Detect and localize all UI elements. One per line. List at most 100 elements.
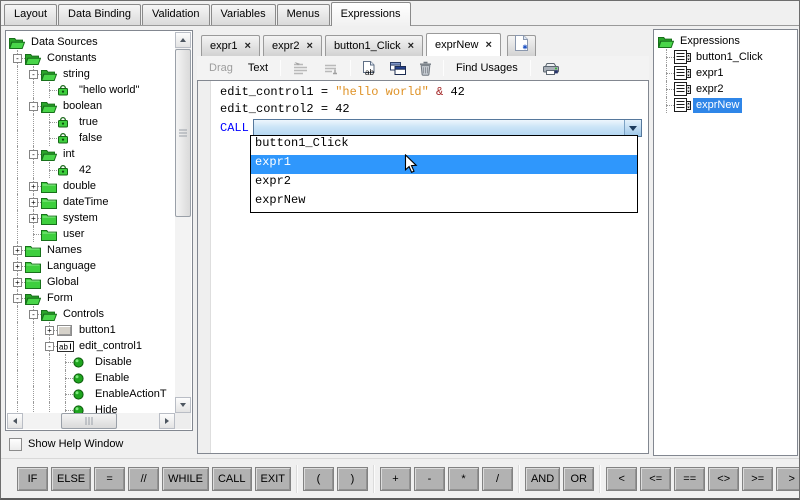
print-icon[interactable] xyxy=(540,60,562,77)
expand-toggle[interactable]: + xyxy=(13,262,22,271)
close-tab-icon[interactable]: × xyxy=(408,41,414,51)
close-tab-icon[interactable]: × xyxy=(485,40,491,50)
collapse-toggle[interactable]: - xyxy=(45,342,54,351)
tree-item-true[interactable]: true xyxy=(7,114,175,130)
tab-data-binding[interactable]: Data Binding xyxy=(58,4,141,25)
op-button-less-equal[interactable]: <= xyxy=(640,467,671,491)
tree-item-datetime[interactable]: + dateTime xyxy=(7,194,175,210)
expand-toggle[interactable]: + xyxy=(29,198,38,207)
scroll-left-button[interactable] xyxy=(7,413,23,429)
toolbar-grip[interactable] xyxy=(8,466,10,492)
tab-variables[interactable]: Variables xyxy=(211,4,276,25)
op-button-less-than[interactable]: < xyxy=(606,467,637,491)
editor-tab-expr1[interactable]: expr1× xyxy=(201,35,260,56)
op-button-open-paren[interactable]: ( xyxy=(303,467,334,491)
scroll-up-button[interactable] xyxy=(175,32,191,48)
vertical-scroll-thumb[interactable] xyxy=(175,49,191,217)
horizontal-scrollbar[interactable] xyxy=(7,413,175,429)
tab-expressions[interactable]: Expressions xyxy=(331,2,411,26)
op-button-not-equal[interactable]: <> xyxy=(708,467,739,491)
new-expression-tab[interactable] xyxy=(507,35,536,56)
collapse-toggle[interactable]: - xyxy=(29,70,38,79)
expand-toggle[interactable]: + xyxy=(13,246,22,255)
op-button-exit[interactable]: EXIT xyxy=(255,467,291,491)
tree-item-boolean[interactable]: - boolean xyxy=(7,98,175,114)
tree-item-edit-control1[interactable]: - ab edit_control1 xyxy=(7,338,175,354)
scroll-down-button[interactable] xyxy=(175,397,191,413)
tree-item-system[interactable]: + system xyxy=(7,210,175,226)
dropdown-item-button1-click[interactable]: button1_Click xyxy=(251,136,637,155)
tree-item-form[interactable]: - Form xyxy=(7,290,175,306)
tree-item-hello-world[interactable]: "hello world" xyxy=(7,82,175,98)
editor-tab-button1-click[interactable]: button1_Click× xyxy=(325,35,423,56)
tree-item-names[interactable]: + Names xyxy=(7,242,175,258)
op-button-greater-than[interactable]: > xyxy=(776,467,800,491)
tree-item-button1[interactable]: + button1 xyxy=(7,322,175,338)
horizontal-scroll-thumb[interactable] xyxy=(61,413,117,429)
editor-tab-exprnew[interactable]: exprNew× xyxy=(426,33,501,56)
op-button-equals[interactable]: == xyxy=(674,467,705,491)
trash-icon[interactable] xyxy=(417,60,434,77)
dropdown-item-exprnew[interactable]: exprNew xyxy=(251,193,637,212)
tree-item-42[interactable]: 42 xyxy=(7,162,175,178)
vertical-scrollbar[interactable] xyxy=(175,32,191,413)
combobox-dropdown-arrow[interactable] xyxy=(624,120,641,136)
text-button[interactable]: Text xyxy=(245,60,271,76)
expand-toggle[interactable]: + xyxy=(13,278,22,287)
op-button-multiply[interactable]: * xyxy=(448,467,479,491)
collapse-toggle[interactable]: - xyxy=(13,294,22,303)
op-button-call[interactable]: CALL xyxy=(212,467,252,491)
op-button-close-paren[interactable]: ) xyxy=(337,467,368,491)
tree-item-double[interactable]: + double xyxy=(7,178,175,194)
tree-item-false[interactable]: false xyxy=(7,130,175,146)
op-button-minus[interactable]: - xyxy=(414,467,445,491)
op-button-and[interactable]: AND xyxy=(525,467,560,491)
rename-icon[interactable]: ab xyxy=(360,60,379,77)
tree-item-constants[interactable]: - Constants xyxy=(7,50,175,66)
expand-toggle[interactable]: + xyxy=(45,326,54,335)
collapse-toggle[interactable]: - xyxy=(29,310,38,319)
expression-item-expr2[interactable]: expr2 xyxy=(656,81,795,97)
show-help-checkbox[interactable] xyxy=(9,438,22,451)
op-button-divide[interactable]: / xyxy=(482,467,513,491)
tree-item-language[interactable]: + Language xyxy=(7,258,175,274)
code-line-2[interactable]: edit_control2 = 42 xyxy=(220,101,648,118)
op-button-comment[interactable]: // xyxy=(128,467,159,491)
expression-item-button1-click[interactable]: button1_Click xyxy=(656,49,795,65)
find-usages-button[interactable]: Find Usages xyxy=(453,60,521,76)
op-button-plus[interactable]: + xyxy=(380,467,411,491)
tab-menus[interactable]: Menus xyxy=(277,4,330,25)
tree-item-int[interactable]: - int xyxy=(7,146,175,162)
tree-item-hide[interactable]: Hide xyxy=(7,402,175,413)
replace-icon[interactable] xyxy=(388,61,408,76)
code-line-1[interactable]: edit_control1 = "hello world" & 42 xyxy=(220,84,648,101)
close-tab-icon[interactable]: × xyxy=(245,41,251,51)
op-button-or[interactable]: OR xyxy=(563,467,594,491)
expression-item-expr1[interactable]: expr1 xyxy=(656,65,795,81)
tree-item-data-sources[interactable]: Data Sources xyxy=(7,34,175,50)
op-button-while[interactable]: WHILE xyxy=(162,467,209,491)
tree-item-enable[interactable]: Enable xyxy=(7,370,175,386)
op-button-else[interactable]: ELSE xyxy=(51,467,91,491)
tab-layout[interactable]: Layout xyxy=(4,4,57,25)
tab-validation[interactable]: Validation xyxy=(142,4,210,25)
tree-item-controls[interactable]: - Controls xyxy=(7,306,175,322)
tree-item-global[interactable]: + Global xyxy=(7,274,175,290)
dropdown-item-expr1[interactable]: expr1 xyxy=(251,155,637,174)
op-button-greater-equal[interactable]: >= xyxy=(742,467,773,491)
scroll-right-button[interactable] xyxy=(159,413,175,429)
expressions-root-expressions[interactable]: Expressions xyxy=(656,33,795,49)
dropdown-item-expr2[interactable]: expr2 xyxy=(251,174,637,193)
op-button-assign[interactable]: = xyxy=(94,467,125,491)
editor-tab-expr2[interactable]: expr2× xyxy=(263,35,322,56)
tree-item-string[interactable]: - string xyxy=(7,66,175,82)
tree-item-user[interactable]: user xyxy=(7,226,175,242)
collapse-toggle[interactable]: - xyxy=(13,54,22,63)
expression-item-exprnew[interactable]: exprNew xyxy=(656,97,795,113)
close-tab-icon[interactable]: × xyxy=(307,41,313,51)
expand-toggle[interactable]: + xyxy=(29,182,38,191)
collapse-toggle[interactable]: - xyxy=(29,102,38,111)
collapse-toggle[interactable]: - xyxy=(29,150,38,159)
tree-item-enableactiont[interactable]: EnableActionT xyxy=(7,386,175,402)
tree-item-disable[interactable]: Disable xyxy=(7,354,175,370)
